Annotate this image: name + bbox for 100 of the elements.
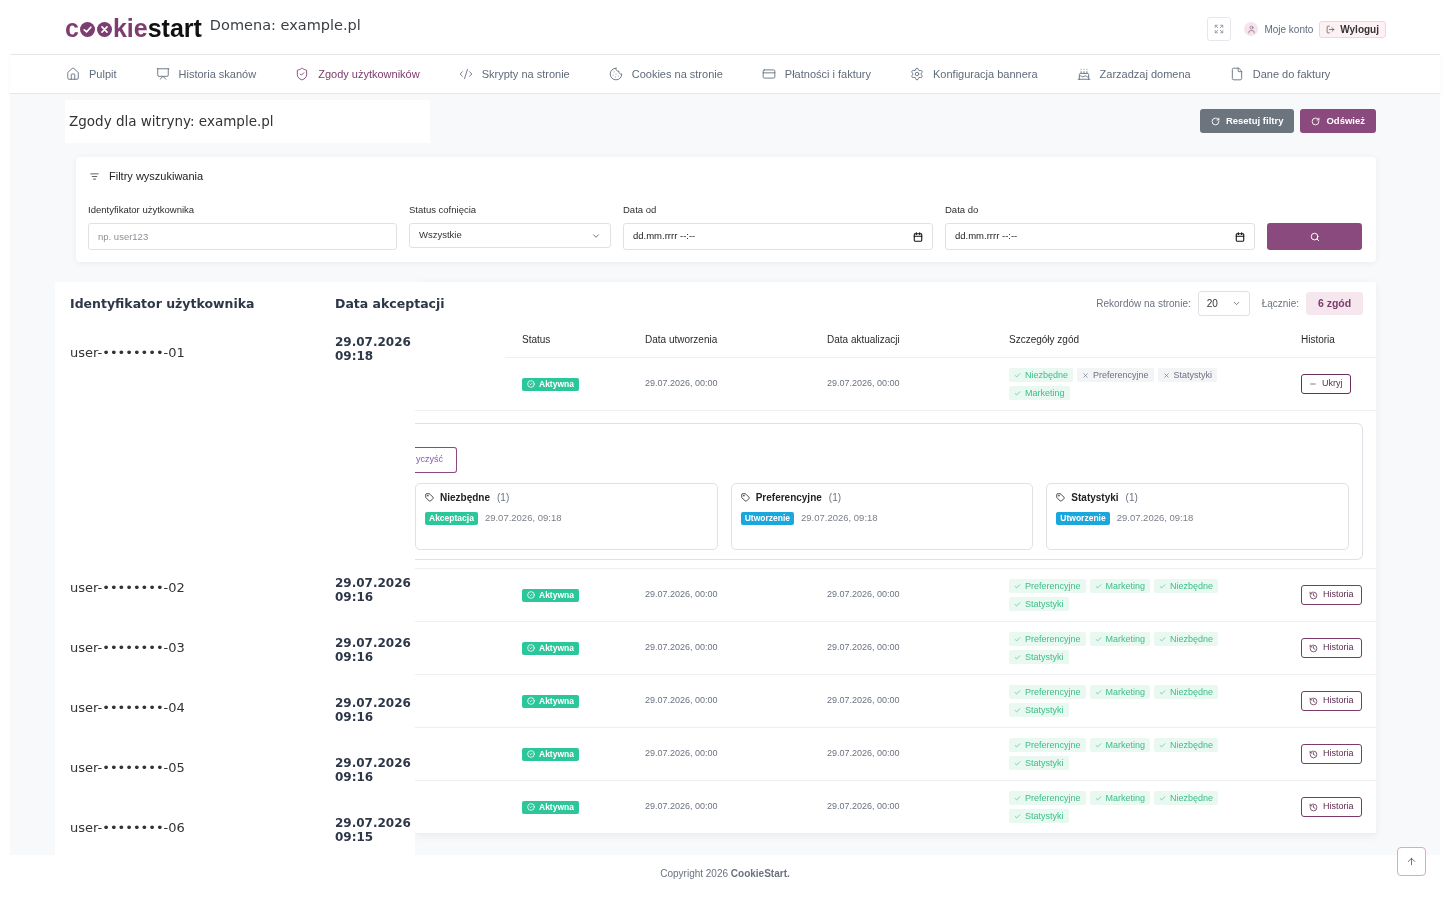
check-icon bbox=[1159, 688, 1167, 696]
search-button[interactable] bbox=[1267, 223, 1362, 250]
nav-item[interactable]: Dane do faktury bbox=[1229, 64, 1331, 84]
history-button[interactable]: Historia bbox=[1301, 797, 1362, 817]
consent-label: Preferencyjne bbox=[1025, 793, 1081, 803]
status-label: Aktywna bbox=[539, 696, 574, 706]
consent-label: Marketing bbox=[1105, 687, 1146, 697]
nav-item[interactable]: Historia skanów bbox=[155, 64, 257, 84]
history-button[interactable]: Historia bbox=[1301, 691, 1362, 711]
copyright-text: Copyright 2026 CookieStart. bbox=[660, 867, 790, 881]
logo-text: c bbox=[65, 13, 79, 43]
check-circle-icon bbox=[527, 803, 535, 811]
consent-label: Marketing bbox=[1105, 740, 1146, 750]
user-id-cell-text: user-••••••••-02 bbox=[70, 579, 186, 596]
check-icon bbox=[1094, 635, 1102, 643]
check-icon bbox=[1014, 794, 1021, 802]
page-size-select[interactable]: 20 bbox=[1197, 291, 1250, 316]
select-field[interactable]: Wszystkie bbox=[409, 223, 611, 248]
tag-icon bbox=[425, 492, 434, 502]
user-id-cell-text: user-••••••••-03 bbox=[70, 639, 186, 656]
page-size-label: Rekordów na stronie: bbox=[1096, 297, 1191, 311]
code-icon bbox=[458, 67, 473, 81]
category-count: (1) bbox=[828, 490, 842, 505]
check-icon bbox=[1159, 582, 1167, 590]
table-cell: 29.07.2026, 00:00 bbox=[645, 377, 718, 391]
home-icon bbox=[66, 67, 80, 81]
nav-item[interactable]: Konfiguracja bannera bbox=[910, 64, 1038, 84]
table-cell: 29.07.2026, 00:00 bbox=[645, 588, 718, 602]
check-circle-icon bbox=[527, 591, 535, 599]
consent-label: Niezbędne bbox=[1170, 793, 1214, 803]
domain-label: Domena: example.pl bbox=[209, 16, 361, 34]
document-icon bbox=[1229, 67, 1244, 81]
input-field[interactable]: np. user123 bbox=[88, 223, 397, 250]
table-cell: 29.07.2026, 00:00 bbox=[827, 641, 900, 655]
consent-label: Preferencyjne bbox=[1025, 634, 1081, 644]
accepted-date-cell-text: 29.07.2026 09:16 bbox=[335, 756, 412, 784]
nav-item[interactable]: Zgody użytkowników bbox=[295, 64, 420, 84]
history-button[interactable]: Historia bbox=[1301, 585, 1362, 605]
account-link[interactable]: Moje konto bbox=[1264, 21, 1314, 37]
logo-text: start bbox=[147, 13, 202, 43]
check-icon bbox=[1014, 635, 1021, 643]
check-icon bbox=[1159, 635, 1167, 643]
check-circle-icon bbox=[79, 22, 95, 37]
status-label: Aktywna bbox=[539, 802, 574, 812]
toolbar-button[interactable]: Odśwież bbox=[1300, 109, 1376, 133]
search-icon bbox=[1309, 231, 1320, 242]
table-cell: 29.07.2026, 00:00 bbox=[827, 800, 900, 814]
x-icon bbox=[1082, 371, 1090, 379]
date-field[interactable]: dd.mm.rrrr --:-- bbox=[623, 223, 933, 250]
table-cell: 29.07.2026, 00:00 bbox=[827, 694, 900, 708]
consent-label: Niezbędne bbox=[1170, 687, 1214, 697]
field-label: Status cofnięcia bbox=[409, 204, 478, 216]
category-name: Preferencyjne bbox=[755, 490, 822, 505]
scroll-top-button[interactable] bbox=[1397, 847, 1426, 876]
user-id-cell-text: user-••••••••-01 bbox=[70, 344, 186, 361]
x-icon bbox=[1162, 371, 1170, 379]
arrow-up-icon bbox=[1406, 856, 1417, 867]
accepted-date-cell-text: 29.07.2026 09:18 bbox=[335, 335, 412, 363]
nav-item[interactable]: Pulpit bbox=[66, 64, 117, 84]
nav-item[interactable]: Skrypty na stronie bbox=[458, 64, 570, 84]
toolbar-button[interactable]: Resetuj filtry bbox=[1199, 109, 1295, 133]
fullscreen-button[interactable] bbox=[1207, 17, 1232, 41]
accepted-date-cell-text: 29.07.2026 09:16 bbox=[335, 636, 412, 664]
check-icon bbox=[1094, 741, 1102, 749]
refresh-icon bbox=[1311, 116, 1321, 126]
logout-button[interactable]: Wyloguj bbox=[1319, 20, 1386, 38]
accepted-date-cell-text: 29.07.2026 09:16 bbox=[335, 576, 412, 604]
page-title: Zgody dla witryny: example.pl bbox=[69, 112, 274, 132]
cookie-icon bbox=[608, 67, 623, 81]
nav-item[interactable]: Cookies na stronie bbox=[608, 64, 723, 84]
nav-item[interactable]: Zarzadzaj domena bbox=[1076, 64, 1191, 84]
check-circle-icon bbox=[527, 750, 535, 758]
history-icon bbox=[1309, 696, 1318, 706]
filter-title: Filtry wyszukiwania bbox=[109, 168, 204, 184]
status-label: Aktywna bbox=[539, 643, 574, 653]
table-cell: 29.07.2026, 00:00 bbox=[827, 377, 900, 391]
column-header: Data akceptacji bbox=[335, 296, 445, 312]
category-count: (1) bbox=[1125, 490, 1138, 505]
event-time: 29.07.2026, 09:18 bbox=[801, 511, 878, 525]
column-header: Historia bbox=[1301, 333, 1336, 347]
status-label: Aktywna bbox=[539, 379, 574, 389]
total-count: 6 zgód bbox=[1306, 292, 1363, 315]
clear-button[interactable]: yczyść bbox=[415, 447, 457, 473]
calendar-icon bbox=[913, 231, 923, 242]
history-button[interactable]: Historia bbox=[1301, 744, 1362, 764]
hide-button[interactable]: Ukryj bbox=[1301, 374, 1351, 394]
consent-label: Preferencyjne bbox=[1025, 687, 1081, 697]
chevron-down-icon bbox=[1231, 299, 1241, 308]
consent-label: Marketing bbox=[1105, 793, 1146, 803]
event-time: 29.07.2026, 09:18 bbox=[484, 511, 562, 525]
history-button[interactable]: Historia bbox=[1301, 638, 1362, 658]
history-icon bbox=[1309, 590, 1318, 600]
consent-label: Niezbędne bbox=[1025, 370, 1069, 380]
consent-label: Statystyki bbox=[1025, 652, 1064, 662]
check-icon bbox=[1094, 582, 1102, 590]
refresh-icon bbox=[1210, 116, 1220, 126]
check-icon bbox=[1014, 759, 1021, 767]
date-field[interactable]: dd.mm.rrrr --:-- bbox=[945, 223, 1255, 250]
column-header: Data aktualizacji bbox=[827, 333, 901, 347]
nav-item[interactable]: Płatności i faktury bbox=[761, 64, 872, 84]
